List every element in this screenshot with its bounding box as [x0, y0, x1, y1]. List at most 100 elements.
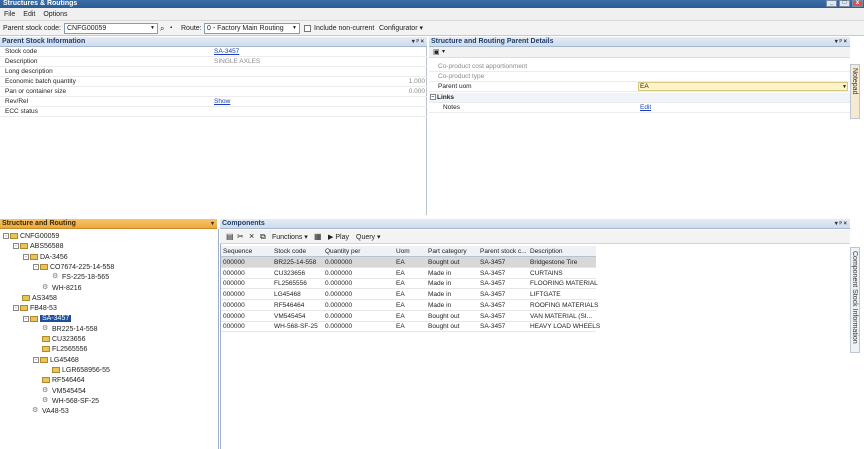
tree-node[interactable]: - SA-3457 [23, 314, 72, 324]
table-row[interactable]: 000000 LG45468 0.000000 EA Made in SA-3457 LIF… [221, 289, 596, 301]
table-cell: 0.000000 [325, 259, 353, 266]
chevron-down-icon[interactable]: ▼ [292, 24, 297, 33]
parent-stock-row: Long description [0, 67, 427, 77]
property-label: Pan or container size [5, 88, 67, 95]
property-value[interactable]: Show [214, 97, 230, 107]
tree-node[interactable]: - LG45468 [33, 356, 79, 366]
grid-header-row: Sequence Stock code Quantity per Uom Part ca… [221, 246, 596, 257]
tree-node[interactable]: - DA-3456 [23, 253, 68, 263]
chevron-down-icon[interactable]: ▼ [842, 82, 847, 92]
tree-node[interactable]: CU323656 [33, 335, 85, 345]
column-header[interactable]: Description [530, 246, 563, 257]
column-header[interactable]: Sequence [223, 246, 252, 257]
tree-node[interactable]: ⚙ VA48-53 [23, 407, 69, 417]
tree-node[interactable]: ⚙ VM545454 [33, 387, 86, 397]
tree-node[interactable]: AS3458 [13, 294, 57, 304]
property-value[interactable]: SA-3457 [214, 47, 239, 57]
tree-node[interactable]: - CO7674-225-14-558 [33, 263, 114, 273]
tree-node[interactable]: - ABS56588 [13, 242, 63, 252]
play-button[interactable]: ▶ Play [328, 233, 349, 241]
tree-node[interactable]: LGR658956-55 [43, 366, 110, 376]
collapse-icon[interactable]: - [13, 305, 19, 312]
table-cell: SA-3457 [480, 291, 506, 299]
tree-node-label: CU323656 [52, 336, 86, 343]
table-cell: 0.000000 [325, 301, 353, 309]
parent-stock-row: ECC status [0, 107, 427, 117]
collapse-icon[interactable]: − [430, 94, 436, 101]
save-icon[interactable]: ▣ [433, 48, 440, 56]
panel-controls[interactable]: ▾ ᵖ × [835, 219, 847, 229]
property-label: Stock code [5, 48, 38, 55]
table-row[interactable]: 000000 BR225-14-558 0.000000 EA Bought out SA… [221, 257, 596, 268]
dropdown-icon[interactable]: ▾ [442, 48, 445, 55]
tree-node[interactable]: - FB48-53 [13, 304, 57, 314]
property-label: Rev/Rel [5, 98, 29, 105]
column-header[interactable]: Stock code [274, 246, 306, 257]
delete-icon[interactable]: × [249, 231, 254, 241]
menu-edit[interactable]: Edit [19, 8, 39, 21]
tree-node[interactable]: ⚙ WH-568-SF-25 [33, 397, 99, 407]
collapse-icon[interactable]: - [3, 233, 9, 240]
notes-edit-link[interactable]: Edit [640, 103, 651, 113]
folder-icon [30, 253, 38, 260]
collapse-icon[interactable]: - [13, 243, 19, 250]
folder-icon [42, 377, 50, 384]
table-cell: 0.000000 [325, 269, 353, 277]
functions-menu[interactable]: Functions ▾ [272, 233, 308, 241]
panel-controls[interactable]: ▾ ᵖ × [412, 37, 424, 47]
collapse-icon[interactable]: - [33, 264, 39, 271]
column-header[interactable]: Parent stock c... [480, 246, 527, 257]
chevron-down-icon[interactable]: ▼ [150, 24, 155, 33]
collapse-icon[interactable]: - [33, 356, 39, 363]
collapse-icon[interactable]: - [23, 253, 29, 260]
table-cell: SA-3457 [480, 323, 506, 331]
table-cell: LG45468 [274, 291, 301, 299]
browse-icon[interactable]: ▪ [170, 21, 172, 36]
new-icon[interactable]: ▤ [226, 232, 234, 241]
search-icon[interactable]: ⌕ [160, 21, 164, 36]
menu-options[interactable]: Options [39, 8, 71, 21]
property-value[interactable]: EA [640, 82, 649, 92]
tree-node[interactable]: ⚙ BR225-14-558 [33, 325, 98, 335]
route-value: 0 - Factory Main Routing [207, 25, 284, 32]
tree-node[interactable]: ⚙ WH-8216 [33, 284, 82, 294]
maximize-button[interactable]: □ [839, 0, 850, 7]
collapse-icon[interactable]: - [23, 315, 29, 322]
table-row[interactable]: 000000 RF546464 0.000000 EA Made in SA-3457 RO… [221, 300, 599, 311]
component-stock-tab[interactable]: Component Stock Information [850, 247, 860, 353]
tree-node[interactable]: FL2565556 [33, 345, 87, 355]
minimize-button[interactable]: _ [826, 0, 837, 7]
column-header[interactable]: Quantity per [325, 246, 360, 257]
parent-uom-field[interactable] [638, 82, 848, 91]
tools-icon[interactable]: ✂ [237, 232, 244, 241]
copy-icon[interactable]: ⧉ [260, 232, 266, 242]
close-button[interactable]: x [852, 0, 863, 7]
tree-node[interactable]: - CNFG00059 [3, 232, 59, 242]
table-cell: 0.000000 [325, 323, 353, 331]
query-menu[interactable]: Query ▾ [356, 233, 381, 241]
notepad-tab[interactable]: Notepad [850, 64, 860, 119]
table-cell: 000000 [223, 301, 245, 309]
chevron-down-icon[interactable]: ▾ [211, 219, 214, 229]
tree-node-label: AS3458 [32, 294, 57, 302]
table-row[interactable]: 000000 VM545454 0.000000 EA Bought out SA-345… [221, 311, 596, 322]
configurator-dropdown[interactable]: Configurator ▾ [379, 21, 423, 36]
property-label: ECC status [5, 108, 38, 115]
table-row[interactable]: 000000 CU323656 0.000000 EA Made in SA-3457 CU… [221, 268, 596, 279]
route-select[interactable]: 0 - Factory Main Routing ▼ [204, 23, 300, 34]
parent-stock-row: Stock code SA-3457 [0, 47, 427, 57]
menu-file[interactable]: File [0, 8, 19, 21]
components-title: Components [222, 220, 265, 227]
panel-controls[interactable]: ▾ ᵖ × [835, 37, 847, 47]
include-noncurrent-checkbox[interactable] [304, 25, 311, 32]
tree-node[interactable]: RF546464 [33, 376, 85, 386]
parent-stock-input[interactable]: CNFG00059 ▼ [64, 23, 158, 34]
table-row[interactable]: 000000 WH-568-SF-25 0.000000 EA Bought out SA… [221, 321, 600, 333]
tree-node[interactable]: ⚙ FS-225-18-565 [43, 273, 109, 283]
links-section[interactable]: − Links [429, 93, 850, 103]
table-row[interactable]: 000000 FL2565556 0.000000 EA Made in SA-3457 F… [221, 278, 598, 290]
column-header[interactable]: Part category [428, 246, 467, 257]
property-value: SINGLE AXLES [214, 58, 261, 65]
column-header[interactable]: Uom [396, 246, 410, 257]
grid-icon[interactable]: ▦ [314, 232, 322, 241]
